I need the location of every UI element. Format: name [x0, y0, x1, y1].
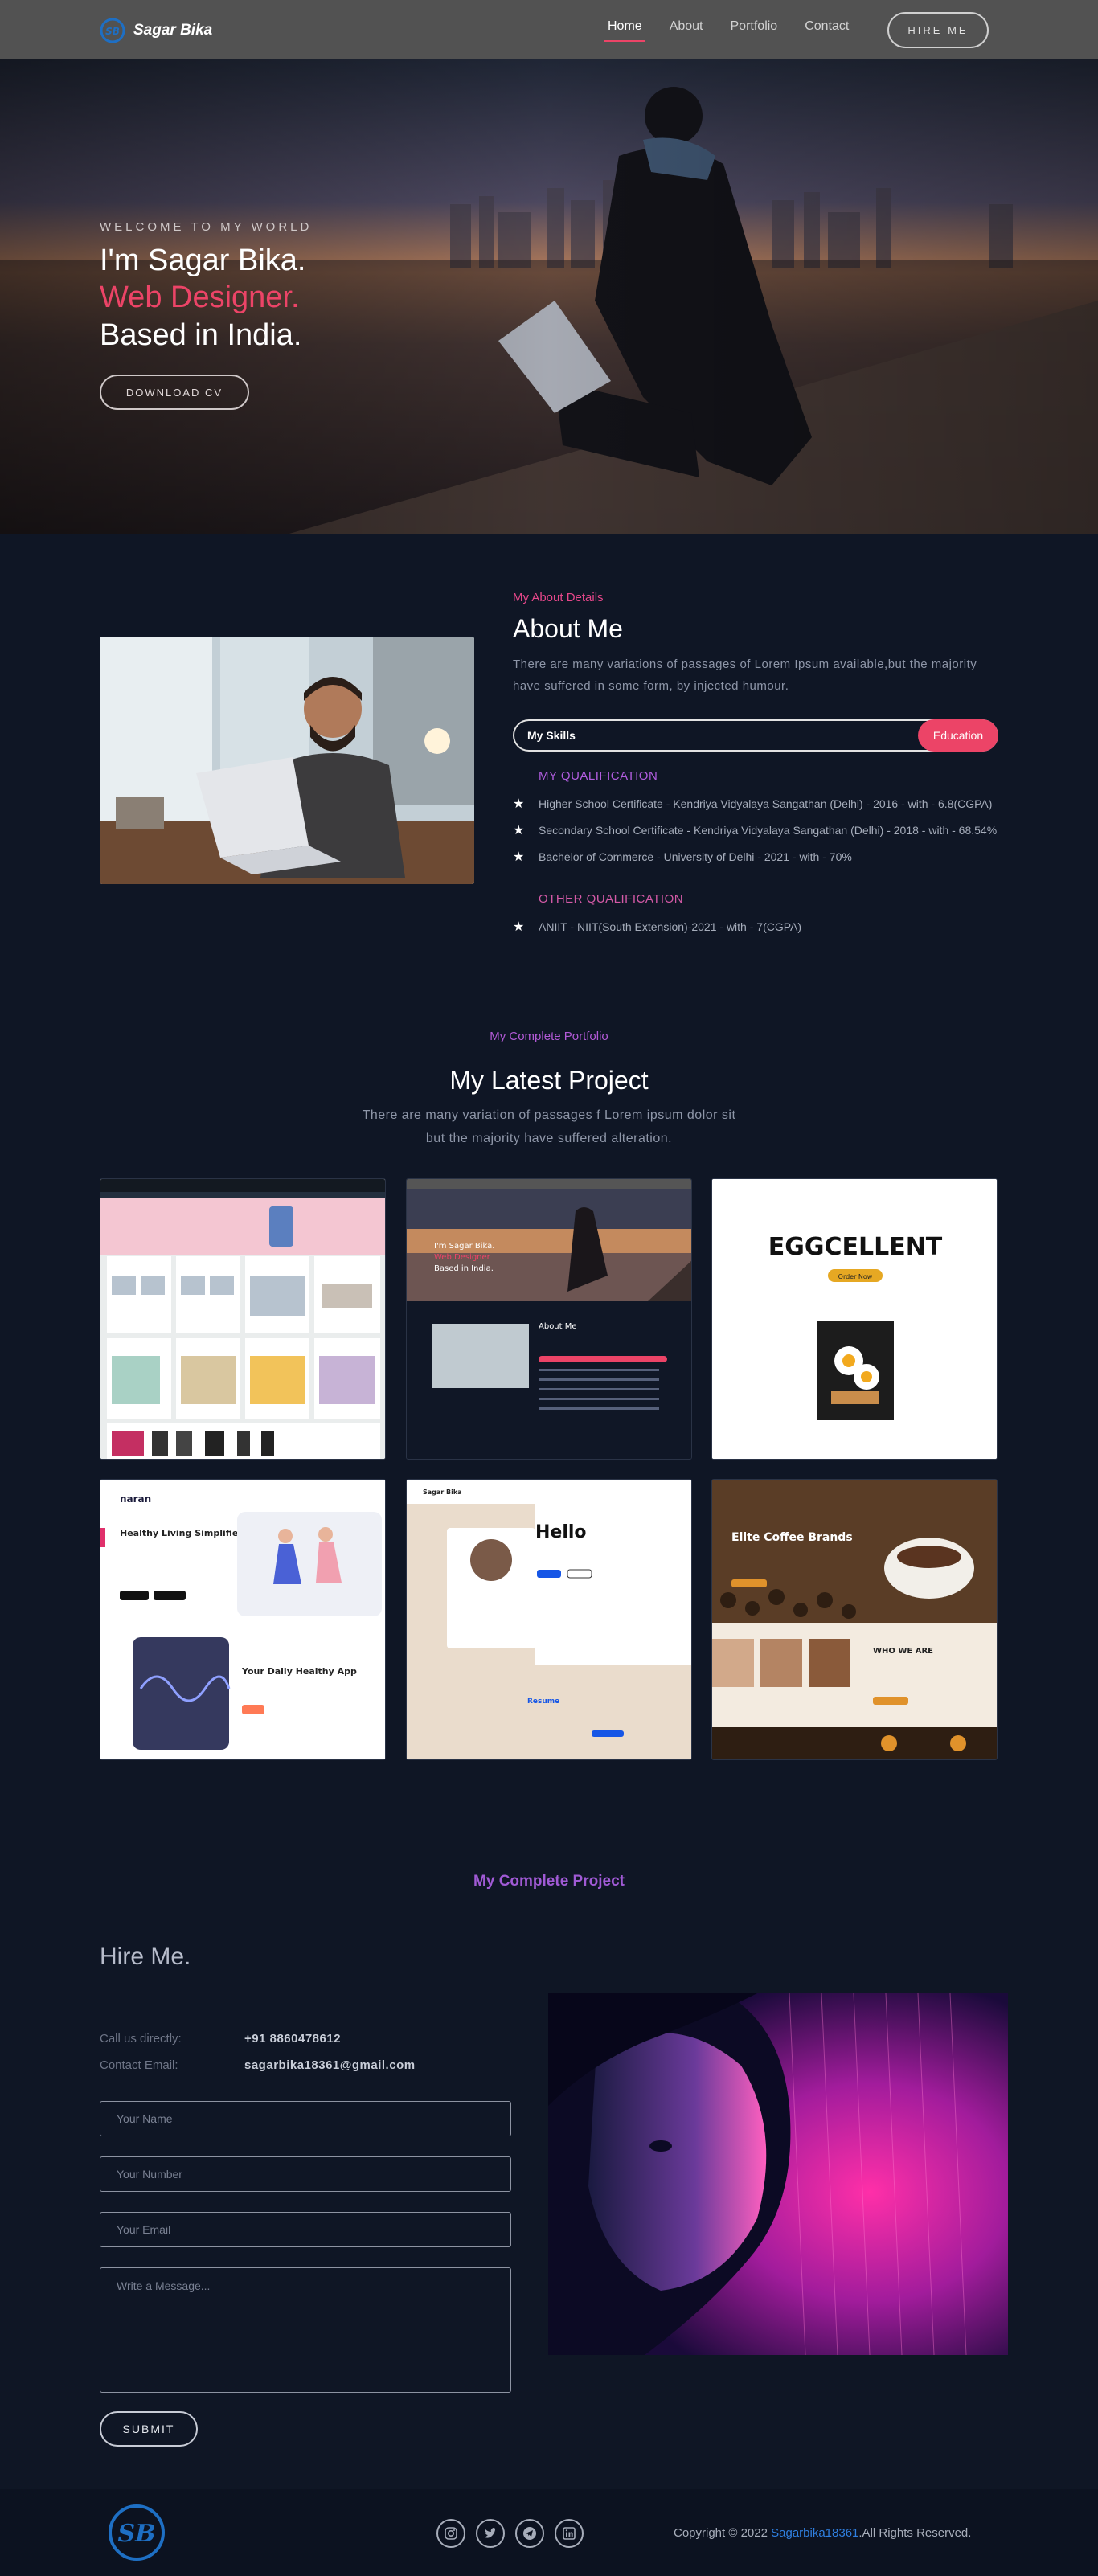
email-address[interactable]: sagarbika18361@gmail.com — [244, 2058, 416, 2072]
nav-contact[interactable]: Contact — [805, 19, 849, 42]
svg-text:Elite Coffee Brands: Elite Coffee Brands — [731, 1531, 853, 1544]
star-icon: ★ — [513, 824, 525, 838]
hero-name: I'm Sagar Bika. — [100, 244, 306, 277]
linkedin-icon[interactable] — [555, 2519, 584, 2548]
hero-section: WELCOME TO MY WORLD I'm Sagar Bika. Web … — [0, 59, 1098, 534]
nav-home[interactable]: Home — [604, 19, 645, 42]
other-qualification-list: ★ ANIIT - NIIT(South Extension)-2021 - wi… — [513, 919, 998, 935]
about-description: There are many variations of passages of… — [513, 657, 977, 693]
contact-email: Contact Email: sagarbika18361@gmail.com — [100, 2058, 416, 2072]
project-card-coffee[interactable]: Elite Coffee Brands WHO WE ARE — [711, 1479, 998, 1760]
star-icon: ★ — [513, 797, 525, 811]
nav-portfolio[interactable]: Portfolio — [731, 19, 778, 42]
tab-my-skills[interactable]: My Skills — [527, 729, 576, 742]
name-field[interactable] — [100, 2101, 511, 2136]
list-item: ★ Secondary School Certificate - Kendriya… — [513, 824, 998, 838]
svg-text:I'm Sagar Bika.: I'm Sagar Bika. — [434, 1242, 494, 1251]
svg-text:Based in India.: Based in India. — [434, 1264, 494, 1273]
hero-role: Web Designer. — [100, 281, 300, 315]
about-subtitle: My About Details — [513, 591, 604, 604]
hire-me-button[interactable]: HIRE ME — [887, 12, 989, 48]
brand[interactable]: SB Sagar Bika — [100, 18, 212, 43]
star-icon: ★ — [513, 920, 525, 934]
project-card-resume[interactable]: Sagar Bika Hello Resume — [406, 1479, 692, 1760]
project-card-portfolio[interactable]: I'm Sagar Bika. Web Designer Based in In… — [406, 1178, 692, 1460]
svg-text:Resume: Resume — [527, 1698, 559, 1706]
nav-links: Home About Portfolio Contact — [604, 19, 849, 42]
portfolio-description: There are many variation of passages f L… — [362, 1108, 736, 1145]
about-photo — [100, 637, 474, 884]
svg-text:Hello: Hello — [535, 1522, 587, 1542]
svg-text:naran: naran — [120, 1493, 151, 1505]
list-item: ★ Higher School Certificate - Kendriya Vi… — [513, 797, 993, 811]
hero-welcome: WELCOME TO MY WORLD — [100, 220, 313, 234]
hero-text: WELCOME TO MY WORLD I'm Sagar Bika. Web … — [100, 220, 313, 411]
nav-about[interactable]: About — [670, 19, 703, 42]
hero-location: Based in India. — [100, 317, 302, 352]
project-card-shopping[interactable] — [100, 1178, 386, 1460]
project-card-eggcellent[interactable]: EGGCELLENT Order Now — [711, 1178, 998, 1460]
twitter-icon[interactable] — [476, 2519, 505, 2548]
qualification-heading: MY QUALIFICATION — [539, 769, 658, 783]
phone-number[interactable]: +91 8860478612 — [244, 2032, 341, 2046]
contact-phone: Call us directly: +91 8860478612 — [100, 2032, 342, 2046]
social-links — [436, 2519, 584, 2548]
portfolio-subtitle: My Complete Portfolio — [490, 1030, 608, 1043]
about-title: About Me — [513, 614, 623, 643]
other-qualification-heading: OTHER QUALIFICATION — [539, 892, 684, 906]
skills-tabs: My Skills Education — [513, 719, 998, 752]
brand-name: Sagar Bika — [133, 22, 213, 39]
svg-text:Order Now: Order Now — [838, 1273, 873, 1280]
navbar: SB Sagar Bika Home About Portfolio Conta… — [0, 0, 1098, 59]
portfolio-title: My Latest Project — [449, 1066, 649, 1095]
copyright-link[interactable]: Sagarbika18361 — [771, 2526, 858, 2540]
email-field[interactable] — [100, 2212, 511, 2247]
svg-text:About Me: About Me — [539, 1322, 577, 1331]
svg-text:EGGCELLENT: EGGCELLENT — [768, 1233, 943, 1261]
hire-subtitle: My Complete Project — [473, 1873, 625, 1890]
message-field[interactable] — [100, 2267, 511, 2393]
logo-icon: SB — [100, 18, 125, 43]
svg-text:Your Daily Healthy App: Your Daily Healthy App — [241, 1666, 357, 1677]
tab-education[interactable]: Education — [918, 719, 998, 752]
project-card-health-app[interactable]: naran Healthy Living Simplified Your Dai… — [100, 1479, 386, 1760]
hire-title: Hire Me. — [100, 1943, 191, 1970]
list-item: ★ ANIIT - NIIT(South Extension)-2021 - wi… — [513, 920, 802, 934]
number-field[interactable] — [100, 2156, 511, 2192]
svg-text:WHO WE ARE: WHO WE ARE — [873, 1647, 933, 1656]
footer: SB Copyright © 2022 Sagarbika18361.All R… — [0, 2489, 1098, 2576]
download-cv-button[interactable]: DOWNLOAD CV — [100, 375, 249, 411]
star-icon: ★ — [513, 850, 525, 864]
instagram-icon[interactable] — [436, 2519, 465, 2548]
hire-photo — [548, 1993, 1008, 2355]
svg-text:Healthy Living Simplified: Healthy Living Simplified — [120, 1528, 244, 1538]
svg-text:Web Designer: Web Designer — [434, 1253, 491, 1262]
qualification-list: ★ Higher School Certificate - Kendriya Vi… — [513, 796, 998, 865]
svg-text:Sagar Bika: Sagar Bika — [423, 1489, 462, 1496]
telegram-icon[interactable] — [515, 2519, 544, 2548]
copyright: Copyright © 2022 Sagarbika18361.All Righ… — [674, 2526, 972, 2540]
svg-text:SB: SB — [117, 2520, 155, 2548]
submit-button[interactable]: SUBMIT — [100, 2411, 198, 2447]
logo-icon[interactable]: SB — [108, 2504, 166, 2562]
about-details: My About Details About Me There are many… — [513, 591, 998, 945]
svg-text:SB: SB — [105, 26, 120, 37]
list-item: ★ Bachelor of Commerce - University of De… — [513, 850, 852, 864]
